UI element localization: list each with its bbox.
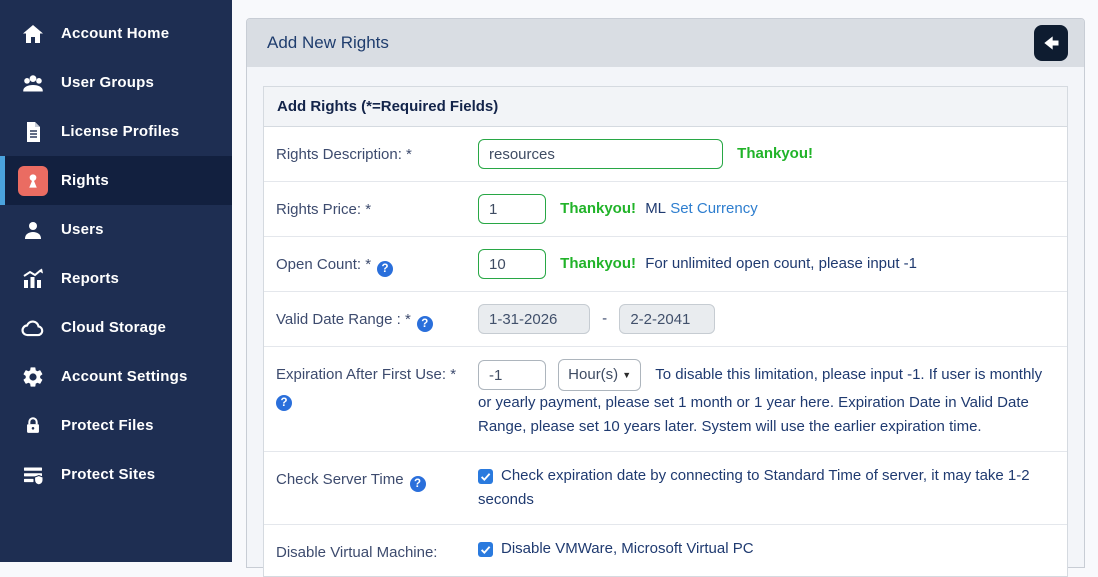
check-server-time-checkbox[interactable] bbox=[478, 469, 493, 484]
disable-vm-label: Disable Virtual Machine: bbox=[276, 537, 478, 564]
expiration-unit-value: Hour(s) bbox=[568, 363, 618, 387]
sidebar-item-license-profiles[interactable]: License Profiles bbox=[0, 107, 232, 156]
sidebar-item-label: License Profiles bbox=[61, 123, 179, 140]
bar-chart-icon bbox=[18, 264, 48, 294]
sidebar-item-account-home[interactable]: Account Home bbox=[0, 9, 232, 58]
open-count-input[interactable] bbox=[478, 249, 546, 279]
open-count-help-icon[interactable]: ? bbox=[377, 261, 393, 277]
sidebar: Account Home User Groups License Profile… bbox=[0, 0, 232, 562]
chevron-down-icon: ▼ bbox=[622, 368, 631, 382]
expiration-value-input[interactable] bbox=[478, 360, 546, 390]
sidebar-item-label: Protect Sites bbox=[61, 466, 155, 483]
row-disable-virtual-machine: Disable Virtual Machine: Disable VMWare,… bbox=[264, 525, 1067, 576]
sidebar-item-label: Reports bbox=[61, 270, 119, 287]
page-title: Add New Rights bbox=[267, 33, 389, 53]
sidebar-item-reports[interactable]: Reports bbox=[0, 254, 232, 303]
date-range-separator: - bbox=[602, 310, 607, 327]
sidebar-item-label: Rights bbox=[61, 172, 109, 189]
user-groups-icon bbox=[18, 68, 48, 98]
back-button[interactable] bbox=[1034, 25, 1068, 61]
row-open-count: Open Count: *? Thankyou! For unlimited o… bbox=[264, 237, 1067, 292]
expiration-label: Expiration After First Use: * bbox=[276, 366, 456, 383]
sidebar-item-rights[interactable]: Rights bbox=[0, 156, 232, 205]
back-arrow-icon bbox=[1041, 33, 1061, 53]
sites-shield-icon bbox=[18, 460, 48, 490]
row-expiration-after-first-use: Expiration After First Use: * ? Hour(s) … bbox=[264, 347, 1067, 452]
sidebar-item-protect-sites[interactable]: Protect Sites bbox=[0, 450, 232, 499]
sidebar-item-label: Users bbox=[61, 221, 104, 238]
rights-description-status: Thankyou! bbox=[737, 145, 813, 162]
gear-icon bbox=[18, 362, 48, 392]
check-server-time-text: Check expiration date by connecting to S… bbox=[478, 467, 1030, 508]
main-content: Add New Rights Add Rights (*=Required Fi… bbox=[232, 0, 1098, 562]
rights-description-input[interactable] bbox=[478, 139, 723, 169]
add-new-rights-card: Add New Rights Add Rights (*=Required Fi… bbox=[246, 18, 1085, 568]
sidebar-item-label: Account Home bbox=[61, 25, 169, 42]
sidebar-item-protect-files[interactable]: Protect Files bbox=[0, 401, 232, 450]
row-check-server-time: Check Server Time? Check expiration date… bbox=[264, 452, 1067, 525]
check-server-time-label: Check Server Time bbox=[276, 471, 404, 488]
open-count-hint: For unlimited open count, please input -… bbox=[645, 255, 917, 272]
valid-date-range-label: Valid Date Range : * bbox=[276, 311, 411, 328]
sidebar-item-account-settings[interactable]: Account Settings bbox=[0, 352, 232, 401]
check-server-time-help-icon[interactable]: ? bbox=[410, 476, 426, 492]
set-currency-link[interactable]: Set Currency bbox=[670, 200, 758, 217]
rights-price-input[interactable] bbox=[478, 194, 546, 224]
expiration-unit-select[interactable]: Hour(s) ▼ bbox=[558, 359, 641, 391]
open-count-status: Thankyou! bbox=[560, 255, 636, 272]
cloud-icon bbox=[18, 313, 48, 343]
disable-vm-text: Disable VMWare, Microsoft Virtual PC bbox=[501, 540, 754, 557]
user-icon bbox=[18, 215, 48, 245]
sidebar-item-label: Cloud Storage bbox=[61, 319, 166, 336]
card-header: Add New Rights bbox=[247, 19, 1084, 67]
active-accent-bar bbox=[0, 156, 5, 205]
valid-date-end-input[interactable] bbox=[619, 304, 715, 334]
sidebar-item-label: Protect Files bbox=[61, 417, 154, 434]
sidebar-item-label: Account Settings bbox=[61, 368, 188, 385]
valid-date-start-input[interactable] bbox=[478, 304, 590, 334]
expiration-help-icon[interactable]: ? bbox=[276, 395, 292, 411]
sidebar-item-users[interactable]: Users bbox=[0, 205, 232, 254]
rights-description-label: Rights Description: * bbox=[276, 139, 478, 169]
home-icon bbox=[18, 19, 48, 49]
sidebar-item-cloud-storage[interactable]: Cloud Storage bbox=[0, 303, 232, 352]
lock-icon bbox=[18, 411, 48, 441]
disable-vm-checkbox[interactable] bbox=[478, 542, 493, 557]
row-rights-description: Rights Description: * Thankyou! bbox=[264, 127, 1067, 182]
rights-price-status: Thankyou! bbox=[560, 200, 636, 217]
currency-code: ML bbox=[645, 200, 666, 217]
sidebar-item-user-groups[interactable]: User Groups bbox=[0, 58, 232, 107]
row-rights-price: Rights Price: * Thankyou! ML Set Currenc… bbox=[264, 182, 1067, 237]
rights-price-label: Rights Price: * bbox=[276, 194, 478, 224]
open-count-label: Open Count: * bbox=[276, 256, 371, 273]
document-icon bbox=[18, 117, 48, 147]
rights-key-icon bbox=[18, 166, 48, 196]
sidebar-item-label: User Groups bbox=[61, 74, 154, 91]
row-valid-date-range: Valid Date Range : *? - bbox=[264, 292, 1067, 347]
panel-title: Add Rights (*=Required Fields) bbox=[264, 87, 1067, 127]
add-rights-panel: Add Rights (*=Required Fields) Rights De… bbox=[263, 86, 1068, 577]
valid-date-range-help-icon[interactable]: ? bbox=[417, 316, 433, 332]
